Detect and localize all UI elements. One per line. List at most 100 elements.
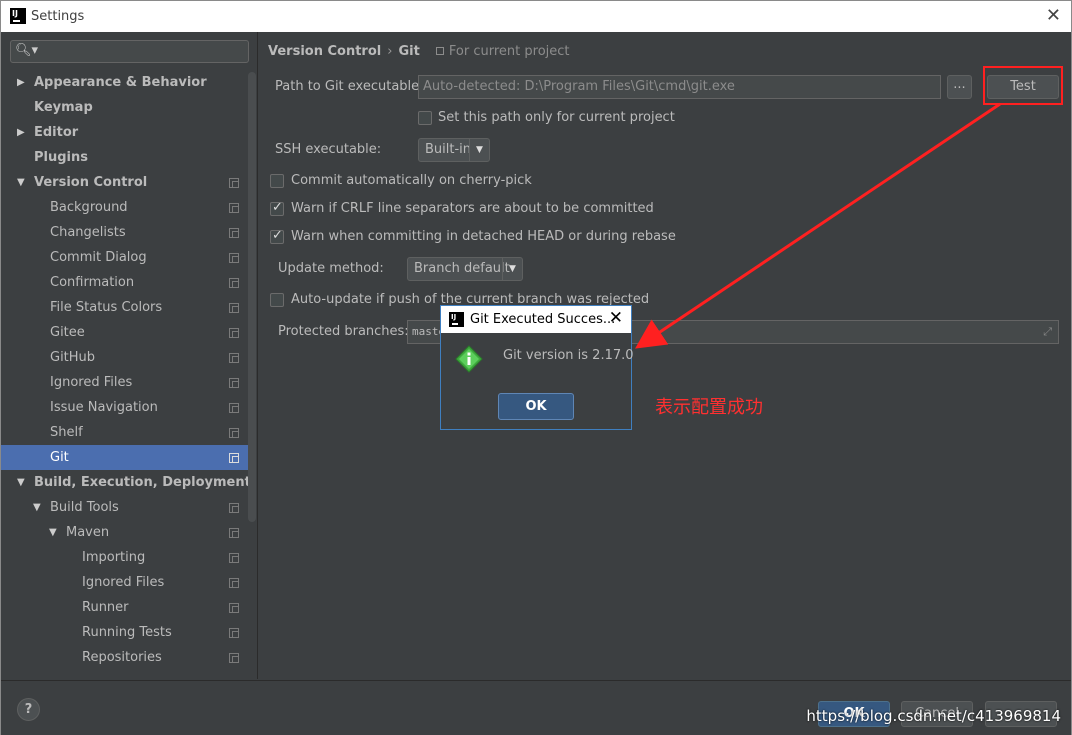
sidebar-item-label: Editor <box>34 125 79 140</box>
auto-update-checkbox[interactable] <box>270 293 284 307</box>
warn-detached-head-checkbox[interactable] <box>270 228 284 244</box>
sidebar-item-ignored-files[interactable]: Ignored Files <box>1 570 248 595</box>
sidebar-item-label: Maven <box>66 525 110 540</box>
update-method-value: Branch default <box>414 261 510 276</box>
project-scope-icon <box>229 578 239 588</box>
sidebar-item-version-control[interactable]: ▼ Version Control <box>1 170 248 195</box>
protected-branches-label: Protected branches: <box>278 324 409 339</box>
sidebar-item-label: Plugins <box>34 150 88 165</box>
intellij-app-icon: IJ <box>449 312 464 327</box>
sidebar-scrollbar[interactable] <box>248 72 256 522</box>
path-to-git-label: Path to Git executable: <box>275 79 424 94</box>
sidebar-item-changelists[interactable]: Changelists <box>1 220 248 245</box>
settings-tree: ▶ Appearance & Behavior Keymap ▶ Editor Plugi… <box>1 70 251 670</box>
window-title: Settings <box>31 9 85 24</box>
chevron-down-icon: ▼ <box>502 258 522 280</box>
git-path-field[interactable]: Auto-detected: D:\Program Files\Git\cmd\… <box>418 75 941 99</box>
expanded-arrow-icon[interactable]: ▼ <box>17 470 25 495</box>
ssh-executable-select[interactable]: Built-in ▼ <box>418 138 490 162</box>
sidebar-item-label: Background <box>50 200 128 215</box>
update-method-label: Update method: <box>278 261 384 276</box>
title-bar: IJ Settings ✕ <box>1 1 1071 32</box>
project-scope-icon <box>229 303 239 313</box>
project-scope-icon <box>229 553 239 563</box>
browse-button[interactable]: ... <box>947 75 972 99</box>
project-scope-icon <box>229 403 239 413</box>
sidebar-item-label: Git <box>50 450 69 465</box>
settings-sidebar: 🔍︎▾ ▶ Appearance & Behavior Keymap ▶ Editor P… <box>1 32 258 679</box>
expanded-arrow-icon[interactable]: ▼ <box>33 495 41 520</box>
sidebar-item-background[interactable]: Background <box>1 195 248 220</box>
sidebar-item-importing[interactable]: Importing <box>1 545 248 570</box>
sidebar-item-label: Importing <box>82 550 146 565</box>
sidebar-item-appearance-behavior[interactable]: ▶ Appearance & Behavior <box>1 70 248 95</box>
project-scope-icon <box>229 328 239 338</box>
information-icon <box>455 345 483 373</box>
collapsed-arrow-icon[interactable]: ▶ <box>17 120 25 145</box>
close-icon[interactable]: ✕ <box>1046 5 1061 26</box>
set-path-only-checkbox[interactable] <box>418 111 432 125</box>
sidebar-item-label: Runner <box>82 600 129 615</box>
sidebar-item-github[interactable]: GitHub <box>1 345 248 370</box>
dialog-message: Git version is 2.17.0 <box>503 348 634 363</box>
expand-icon[interactable]: ⤢ <box>1043 325 1052 339</box>
sidebar-item-label: Ignored Files <box>50 375 133 390</box>
expanded-arrow-icon[interactable]: ▼ <box>17 170 25 195</box>
collapsed-arrow-icon[interactable]: ▶ <box>17 70 25 95</box>
sidebar-item-build-tools[interactable]: ▼ Build Tools <box>1 495 248 520</box>
sidebar-item-keymap[interactable]: Keymap <box>1 95 248 120</box>
sidebar-item-label: Appearance & Behavior <box>34 75 207 90</box>
commit-cherry-pick-checkbox[interactable] <box>270 174 284 188</box>
project-scope-icon <box>229 253 239 263</box>
ssh-executable-label: SSH executable: <box>275 142 382 157</box>
sidebar-item-label: Running Tests <box>82 625 172 640</box>
close-icon[interactable]: ✕ <box>609 308 623 328</box>
sidebar-item-runner[interactable]: Runner <box>1 595 248 620</box>
sidebar-item-gitee[interactable]: Gitee <box>1 320 248 345</box>
sidebar-item-editor[interactable]: ▶ Editor <box>1 120 248 145</box>
search-input[interactable]: 🔍︎▾ <box>10 40 249 63</box>
project-scope-icon <box>229 278 239 288</box>
project-scope-icon <box>229 528 239 538</box>
sidebar-item-label: Repositories <box>82 650 162 665</box>
project-scope-icon <box>229 228 239 238</box>
sidebar-item-label: GitHub <box>50 350 96 365</box>
sidebar-item-label: Keymap <box>34 100 93 115</box>
dialog-title-bar: IJ Git Executed Succes... ✕ <box>441 306 631 333</box>
sidebar-item-issue-navigation[interactable]: Issue Navigation <box>1 395 248 420</box>
project-scope-icon <box>229 353 239 363</box>
sidebar-item-repositories[interactable]: Repositories <box>1 645 248 670</box>
sidebar-item-label: Confirmation <box>50 275 135 290</box>
sidebar-item-running-tests[interactable]: Running Tests <box>1 620 248 645</box>
breadcrumb: Version Control › Git For current project <box>268 44 570 59</box>
for-current-project: For current project <box>435 44 570 59</box>
project-scope-icon <box>229 428 239 438</box>
update-method-select[interactable]: Branch default ▼ <box>407 257 523 281</box>
project-scope-icon <box>229 628 239 638</box>
sidebar-item-plugins[interactable]: Plugins <box>1 145 248 170</box>
sidebar-item-maven[interactable]: ▼ Maven <box>1 520 248 545</box>
sidebar-item-commit-dialog[interactable]: Commit Dialog <box>1 245 248 270</box>
sidebar-item-label: Build, Execution, Deployment <box>34 475 251 490</box>
sidebar-item-build-execution-deployment[interactable]: ▼ Build, Execution, Deployment <box>1 470 251 495</box>
dialog-ok-button[interactable]: OK <box>498 393 574 420</box>
dialog-title: Git Executed Succes... <box>470 312 616 327</box>
search-icon: 🔍︎▾ <box>15 43 39 58</box>
sidebar-item-label: Version Control <box>34 175 148 190</box>
sidebar-item-label: Build Tools <box>50 500 119 515</box>
sidebar-item-git[interactable]: Git <box>1 445 248 470</box>
sidebar-item-file-status-colors[interactable]: File Status Colors <box>1 295 248 320</box>
expanded-arrow-icon[interactable]: ▼ <box>49 520 57 545</box>
breadcrumb-git: Git <box>398 44 420 59</box>
project-scope-icon <box>229 203 239 213</box>
sidebar-item-confirmation[interactable]: Confirmation <box>1 270 248 295</box>
sidebar-item-label: File Status Colors <box>50 300 163 315</box>
sidebar-item-shelf[interactable]: Shelf <box>1 420 248 445</box>
warn-crlf-checkbox[interactable] <box>270 200 284 216</box>
intellij-app-icon: IJ <box>10 8 26 24</box>
sidebar-item-label: Ignored Files <box>82 575 165 590</box>
sidebar-item-label: Changelists <box>50 225 126 240</box>
sidebar-item-ignored-files[interactable]: Ignored Files <box>1 370 248 395</box>
warn-detached-head-label: Warn when committing in detached HEAD or… <box>291 229 676 244</box>
help-button[interactable]: ? <box>17 698 40 721</box>
